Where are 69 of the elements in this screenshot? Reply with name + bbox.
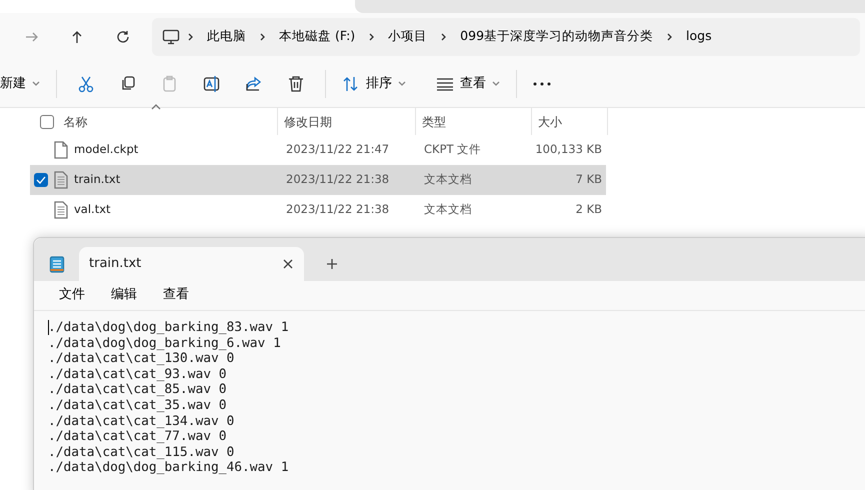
file-row[interactable]: val.txt 2023/11/22 21:38 文本文档 2 KB <box>30 195 606 225</box>
file-size: 100,133 KB <box>535 142 602 156</box>
column-header[interactable]: 类型 <box>422 112 446 130</box>
file-size: 7 KB <box>576 172 602 186</box>
chevron-icon <box>188 32 193 40</box>
text-line: ./data\cat\cat_93.wav 0 <box>48 366 228 382</box>
plus-icon[interactable] <box>326 258 338 270</box>
file-icon <box>54 141 68 159</box>
chevron-icon <box>667 32 672 40</box>
column-header[interactable]: 大小 <box>538 112 562 130</box>
file-date: 2023/11/22 21:47 <box>286 142 390 156</box>
chevron-icon <box>441 32 446 40</box>
select-all-checkbox[interactable] <box>40 114 54 128</box>
text-line: ./data\cat\cat_130.wav 0 <box>48 351 236 367</box>
menu-item[interactable]: 查看 <box>150 285 202 305</box>
text-line: ./data\dog\dog_barking_6.wav 1 <box>48 336 282 352</box>
chevron-icon <box>260 32 265 40</box>
file-name: model.ckpt <box>74 141 138 158</box>
list-icon <box>436 76 454 90</box>
row-checkbox[interactable] <box>34 173 48 187</box>
file-name: val.txt <box>74 201 111 218</box>
text-line: ./data\cat\cat_77.wav 0 <box>48 429 228 445</box>
cut-icon[interactable] <box>77 74 95 92</box>
file-date: 2023/11/22 21:38 <box>286 202 390 216</box>
file-tab[interactable]: train.txt <box>79 247 304 281</box>
text-file-icon <box>54 171 68 189</box>
menu-item[interactable]: 文件 <box>46 285 98 305</box>
sort-button[interactable]: 排序 <box>334 70 414 98</box>
breadcrumb-item[interactable]: 本地磁盘 (F:) <box>273 27 362 46</box>
more-icon[interactable] <box>533 82 551 86</box>
text-line: ./data\cat\cat_85.wav 0 <box>48 382 228 398</box>
sort-caret-icon <box>151 104 161 110</box>
caret-icon <box>398 80 406 86</box>
text-line: ./data\dog\dog_barking_46.wav 1 <box>48 460 290 476</box>
check-icon <box>36 176 46 184</box>
text-line: ./data\cat\cat_35.wav 0 <box>48 398 228 414</box>
caret-icon <box>492 80 500 86</box>
close-icon[interactable] <box>282 258 294 270</box>
column-header[interactable]: 修改日期 <box>284 112 332 130</box>
file-type: 文本文档 <box>424 202 472 216</box>
refresh-icon[interactable] <box>115 28 131 44</box>
text-line: ./data\cat\cat_115.wav 0 <box>48 444 236 460</box>
file-type: 文本文档 <box>424 172 472 186</box>
file-row[interactable]: train.txt 2023/11/22 21:38 文本文档 7 KB <box>30 165 606 195</box>
file-type: CKPT 文件 <box>424 142 482 156</box>
rename-icon[interactable] <box>203 74 221 92</box>
text-file-icon <box>54 201 68 219</box>
chevron-icon <box>369 32 374 40</box>
breadcrumb-item[interactable]: logs <box>680 27 718 46</box>
caret-icon <box>32 80 40 86</box>
file-size: 2 KB <box>576 202 602 216</box>
sort-icon <box>342 76 360 92</box>
file-row[interactable]: model.ckpt 2023/11/22 21:47 CKPT 文件 100,133 KB <box>30 135 606 165</box>
text-line: ./data\cat\cat_134.wav 0 <box>48 414 236 430</box>
share-icon[interactable] <box>245 74 263 92</box>
breadcrumb-item[interactable]: 099基于深度学习的动物声音分类 <box>454 27 660 46</box>
text-line: ./data\dog\dog_barking_83.wav 1 <box>48 320 290 336</box>
notepad-icon <box>49 255 65 273</box>
view-button[interactable]: 查看 <box>428 70 508 98</box>
tab-title: train.txt <box>89 255 142 274</box>
menu-item[interactable]: 编辑 <box>98 285 150 305</box>
delete-icon[interactable] <box>287 74 305 92</box>
breadcrumb-item[interactable]: 此电脑 <box>201 27 252 46</box>
breadcrumb-item[interactable]: 小项目 <box>382 27 434 46</box>
monitor-icon[interactable] <box>162 28 180 44</box>
file-name: train.txt <box>74 171 120 188</box>
column-header[interactable]: 名称 <box>63 112 88 130</box>
new-button[interactable]: 新建 <box>0 70 48 98</box>
file-date: 2023/11/22 21:38 <box>286 172 390 186</box>
